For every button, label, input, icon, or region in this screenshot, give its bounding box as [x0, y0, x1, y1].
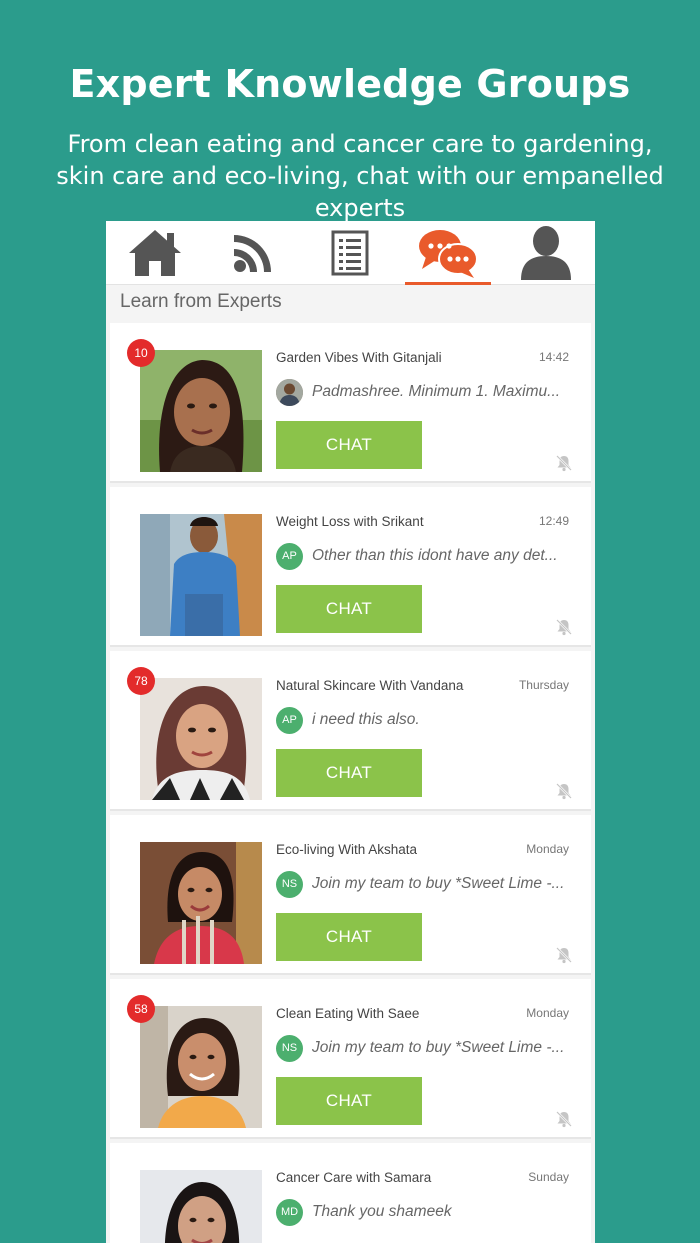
last-message-time: Monday	[526, 1006, 569, 1020]
expert-photo	[140, 1006, 262, 1128]
sender-avatar: NS	[276, 870, 303, 898]
chat-button[interactable]: CHAT	[276, 585, 422, 633]
expert-photo	[140, 678, 262, 800]
group-card[interactable]: Weight Loss with Srikant 12:49 AP Other …	[110, 487, 591, 647]
chat-button[interactable]: CHAT	[276, 1077, 422, 1125]
sender-avatar	[276, 378, 303, 406]
group-card[interactable]: Cancer Care with Samara Sunday MD Thank …	[110, 1143, 591, 1243]
mute-icon[interactable]	[555, 946, 573, 964]
top-nav	[106, 221, 595, 285]
list-icon	[331, 230, 369, 276]
app-screen: Learn from Experts 10 Garden Vibes With …	[106, 221, 595, 1243]
sender-avatar: AP	[276, 542, 303, 570]
last-message-text: Other than this idont have any det...	[312, 547, 558, 564]
mute-icon[interactable]	[555, 454, 573, 472]
group-name: Weight Loss with Srikant	[276, 514, 424, 529]
last-message-text: Join my team to buy *Sweet Lime -...	[312, 1039, 565, 1056]
expert-photo	[140, 514, 262, 636]
promo-subline: From clean eating and cancer care to gar…	[56, 130, 664, 222]
group-card[interactable]: 58 Clean Eating With Saee Monday NS Join…	[110, 979, 591, 1139]
unread-badge: 78	[127, 667, 155, 695]
last-message-time: Monday	[526, 842, 569, 856]
feed-icon	[233, 235, 271, 272]
last-message: AP Other than this idont have any det...	[276, 542, 576, 570]
last-message-text: i need this also.	[312, 711, 420, 728]
unread-badge: 10	[127, 339, 155, 367]
last-message: NS Join my team to buy *Sweet Lime -...	[276, 870, 576, 898]
group-card[interactable]: 78 Natural Skincare With Vandana Thursda…	[110, 651, 591, 811]
expert-photo	[140, 842, 262, 964]
nav-home[interactable]	[106, 221, 204, 285]
group-name: Cancer Care with Samara	[276, 1170, 432, 1185]
group-name: Natural Skincare With Vandana	[276, 678, 464, 693]
last-message-time: 12:49	[538, 514, 569, 528]
group-card[interactable]: Eco-living With Akshata Monday NS Join m…	[110, 815, 591, 975]
group-name: Eco-living With Akshata	[276, 842, 418, 857]
mute-icon[interactable]	[555, 782, 573, 800]
sender-avatar: AP	[276, 706, 303, 734]
chat-button[interactable]: CHAT	[276, 749, 422, 797]
last-message-text: Padmashree. Minimum 1. Maximu...	[312, 383, 561, 400]
promo-headline: Expert Knowledge Groups	[69, 62, 631, 106]
nav-list[interactable]	[302, 221, 400, 285]
last-message: NS Join my team to buy *Sweet Lime -...	[276, 1034, 576, 1062]
mute-icon[interactable]	[555, 618, 573, 636]
group-card[interactable]: 10 Garden Vibes With Gitanjali 14:42 Pad…	[110, 323, 591, 483]
last-message-time: Thursday	[518, 678, 569, 692]
last-message-time: Sunday	[528, 1170, 569, 1184]
sender-avatar: MD	[276, 1198, 303, 1226]
chat-button[interactable]: CHAT	[276, 913, 422, 961]
last-message: MD Thank you shameek	[276, 1198, 576, 1226]
nav-feed[interactable]	[204, 221, 302, 285]
last-message-text: Thank you shameek	[312, 1203, 452, 1220]
chat-button[interactable]: CHAT	[276, 421, 422, 469]
home-icon	[128, 230, 181, 276]
expert-photo	[140, 350, 262, 472]
sender-avatar: NS	[276, 1034, 303, 1062]
last-message: Padmashree. Minimum 1. Maximu...	[276, 378, 576, 406]
group-name: Garden Vibes With Gitanjali	[276, 350, 442, 365]
expert-photo	[140, 1170, 262, 1243]
section-title: Learn from Experts	[120, 291, 282, 312]
unread-badge: 58	[127, 995, 155, 1023]
group-name: Clean Eating With Saee	[276, 1006, 420, 1021]
chat-bubbles-icon	[419, 230, 479, 278]
nav-profile[interactable]	[497, 221, 595, 285]
last-message-text: Join my team to buy *Sweet Lime -...	[312, 875, 565, 892]
mute-icon[interactable]	[555, 1110, 573, 1128]
last-message-time: 14:42	[538, 350, 569, 364]
nav-chat[interactable]	[399, 221, 497, 285]
last-message: AP i need this also.	[276, 706, 576, 734]
profile-icon	[521, 226, 572, 280]
